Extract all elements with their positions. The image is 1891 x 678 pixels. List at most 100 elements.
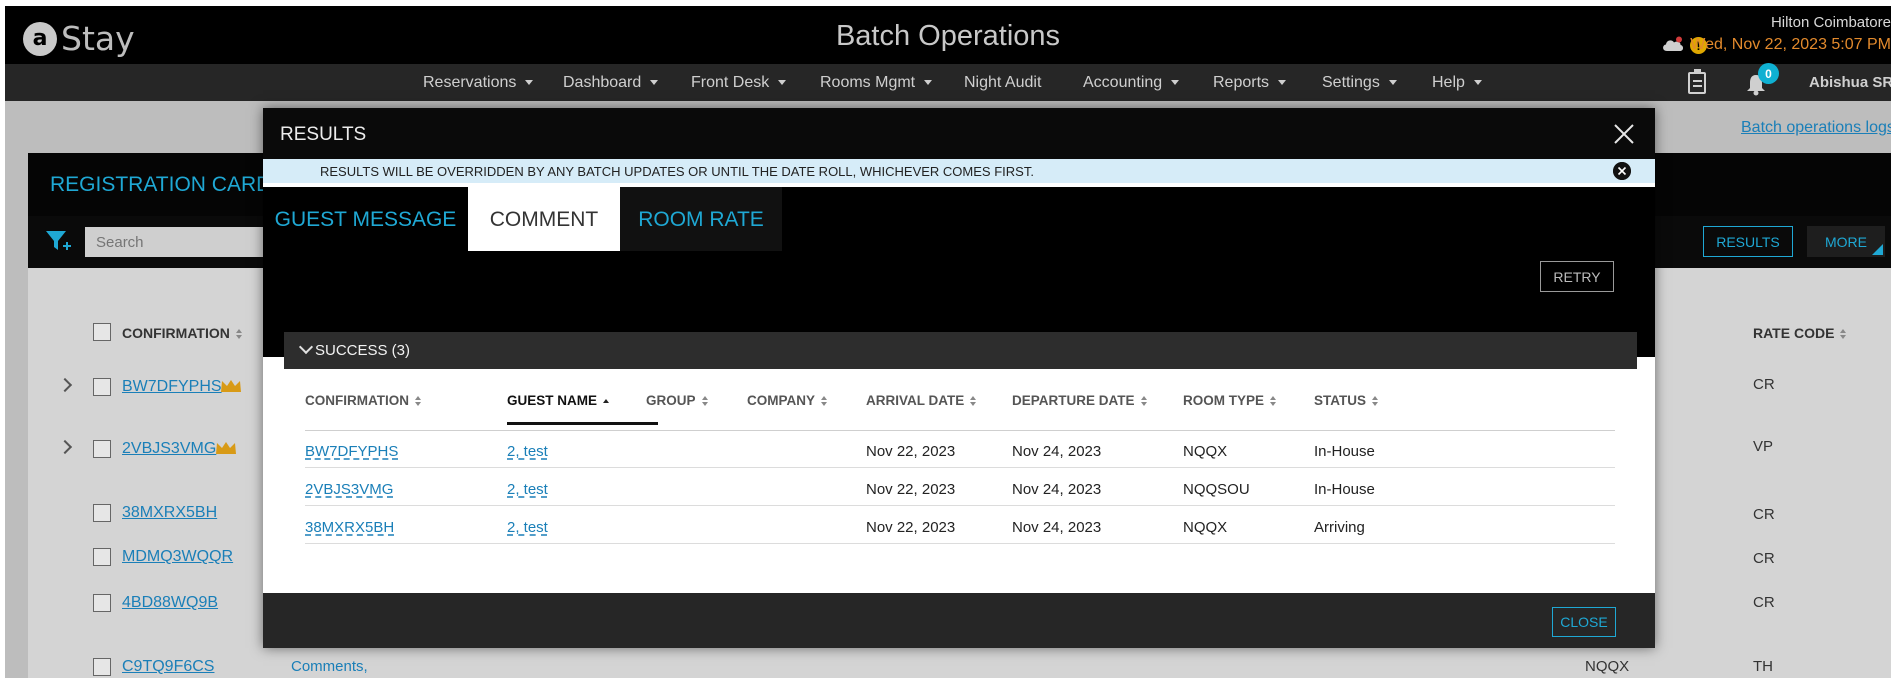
main-nav: Reservations Dashboard Front Desk Rooms … [5,63,1891,101]
row-checkbox[interactable] [93,504,111,522]
chevron-down-icon [1388,80,1397,86]
col-guest-name[interactable]: GUEST NAME [507,393,610,408]
hotel-datetime: Wed, Nov 22, 2023 5:07 PM [1690,36,1891,53]
confirmation-link[interactable]: C9TQ9F6CS [122,658,214,676]
notification-badge: 0 [1758,63,1779,84]
nav-label: Dashboard [563,74,642,91]
col-company[interactable]: COMPANY [747,393,828,408]
page-title: Batch Operations [835,20,1061,52]
tab-room-rate[interactable]: ROOM RATE [620,187,782,251]
chevron-down-icon [1171,80,1180,86]
confirmation-link[interactable]: 38MXRX5BH [305,519,394,536]
col-status[interactable]: STATUS [1314,393,1379,408]
results-button[interactable]: RESULTS [1703,226,1793,257]
nav-reports[interactable]: Reports [1213,74,1287,92]
guest-name-link[interactable]: 2, test [507,519,548,536]
close-icon[interactable] [1613,123,1635,145]
col-arrival-date[interactable]: ARRIVAL DATE [866,393,977,408]
row-checkbox[interactable] [93,378,111,396]
sort-icon [1372,396,1379,407]
table-row: 2VBJS3VMG 2, test Nov 22, 2023 Nov 24, 2… [305,469,1615,506]
nav-label: Settings [1322,74,1380,91]
departure-date-cell: Nov 24, 2023 [1012,443,1102,460]
sort-icon [821,396,828,407]
chevron-down-icon [924,80,933,86]
arrival-date-cell: Nov 22, 2023 [866,481,956,498]
confirmation-link[interactable]: BW7DFYPHS [122,378,222,396]
col-rate-code[interactable]: RATE CODE [1753,325,1847,341]
room-type: NQQX [1585,658,1630,675]
nav-label: Rooms Mgmt [820,74,916,91]
filter-add-icon[interactable] [44,227,72,255]
section-title: REGISTRATION CARD [50,173,272,196]
chevron-right-icon[interactable] [57,439,73,455]
nav-label: Help [1432,74,1465,91]
dismiss-notice-icon[interactable] [1613,162,1631,180]
results-modal: RESULTS RESULTS WILL BE OVERRIDDEN BY AN… [263,108,1655,648]
chevron-down-icon[interactable] [298,339,314,355]
row-checkbox[interactable] [93,658,111,676]
active-sort-indicator [507,422,658,425]
app-header: a Stay Batch Operations ! Hilton Coimbat… [5,6,1891,64]
confirmation-link[interactable]: MDMQ3WQQR [122,548,233,566]
sort-icon [1840,329,1847,340]
nav-dashboard[interactable]: Dashboard [563,74,659,92]
success-group-header[interactable]: SUCCESS (3) [284,332,1637,369]
comments-link[interactable]: Comments, [291,658,368,675]
column-label: GUEST NAME [507,393,598,408]
retry-button[interactable]: RETRY [1540,261,1614,292]
column-label: COMPANY [747,393,816,408]
more-button[interactable]: MORE [1807,226,1885,257]
guest-name-link[interactable]: 2, test [507,481,548,498]
row-checkbox[interactable] [93,594,111,612]
chevron-down-icon [1278,80,1287,86]
sort-icon [415,396,422,407]
nav-night-audit[interactable]: Night Audit [964,74,1041,92]
select-all-checkbox[interactable] [93,323,111,341]
confirmation-link[interactable]: 2VBJS3VMG [305,481,393,498]
row-checkbox[interactable] [93,548,111,566]
nav-rooms-mgmt[interactable]: Rooms Mgmt [820,74,933,92]
nav-front-desk[interactable]: Front Desk [691,74,787,92]
nav-label: Accounting [1083,74,1163,91]
col-confirmation[interactable]: CONFIRMATION [305,393,422,408]
rate-code: TH [1753,658,1773,675]
tab-comment[interactable]: COMMENT [468,187,620,251]
nav-accounting[interactable]: Accounting [1083,74,1180,92]
column-label: ROOM TYPE [1183,393,1265,408]
room-type-cell: NQQX [1183,443,1228,460]
nav-settings[interactable]: Settings [1322,74,1397,92]
search-input[interactable] [85,227,285,257]
table-row: 38MXRX5BH 2, test Nov 22, 2023 Nov 24, 2… [305,507,1615,544]
chevron-down-icon [525,80,534,86]
chevron-right-icon[interactable] [57,377,73,393]
nav-label: Night Audit [964,74,1042,91]
guest-name-link[interactable]: 2, test [507,443,548,460]
vip-crown-icon [221,380,241,392]
departure-date-cell: Nov 24, 2023 [1012,519,1102,536]
col-room-type[interactable]: ROOM TYPE [1183,393,1277,408]
col-group[interactable]: GROUP [646,393,709,408]
tab-guest-message[interactable]: GUEST MESSAGE [263,187,468,251]
user-menu[interactable]: Abishua SR [1809,74,1891,91]
confirmation-link[interactable]: 38MXRX5BH [122,504,217,522]
clipboard-icon[interactable] [1688,69,1706,94]
close-button[interactable]: CLOSE [1552,607,1616,637]
nav-reservations[interactable]: Reservations [423,74,534,92]
rate-code: CR [1753,506,1775,523]
arrival-date-cell: Nov 22, 2023 [866,519,956,536]
row-checkbox[interactable] [93,440,111,458]
room-type-cell: NQQSOU [1183,481,1250,498]
user-name: Abishua SR [1809,74,1891,91]
nav-help[interactable]: Help [1432,74,1482,92]
col-confirmation[interactable]: CONFIRMATION [122,325,243,341]
confirmation-link[interactable]: 2VBJS3VMG [122,440,216,458]
column-label: RATE CODE [1753,325,1835,341]
confirmation-link[interactable]: 4BD88WQ9B [122,594,218,612]
col-departure-date[interactable]: DEPARTURE DATE [1012,393,1148,408]
sort-icon [701,396,709,407]
sort-ascending-icon [603,396,610,406]
confirmation-link[interactable]: BW7DFYPHS [305,443,398,460]
batch-operations-logs-link[interactable]: Batch operations logs [1741,119,1891,137]
column-label: CONFIRMATION [122,325,230,341]
